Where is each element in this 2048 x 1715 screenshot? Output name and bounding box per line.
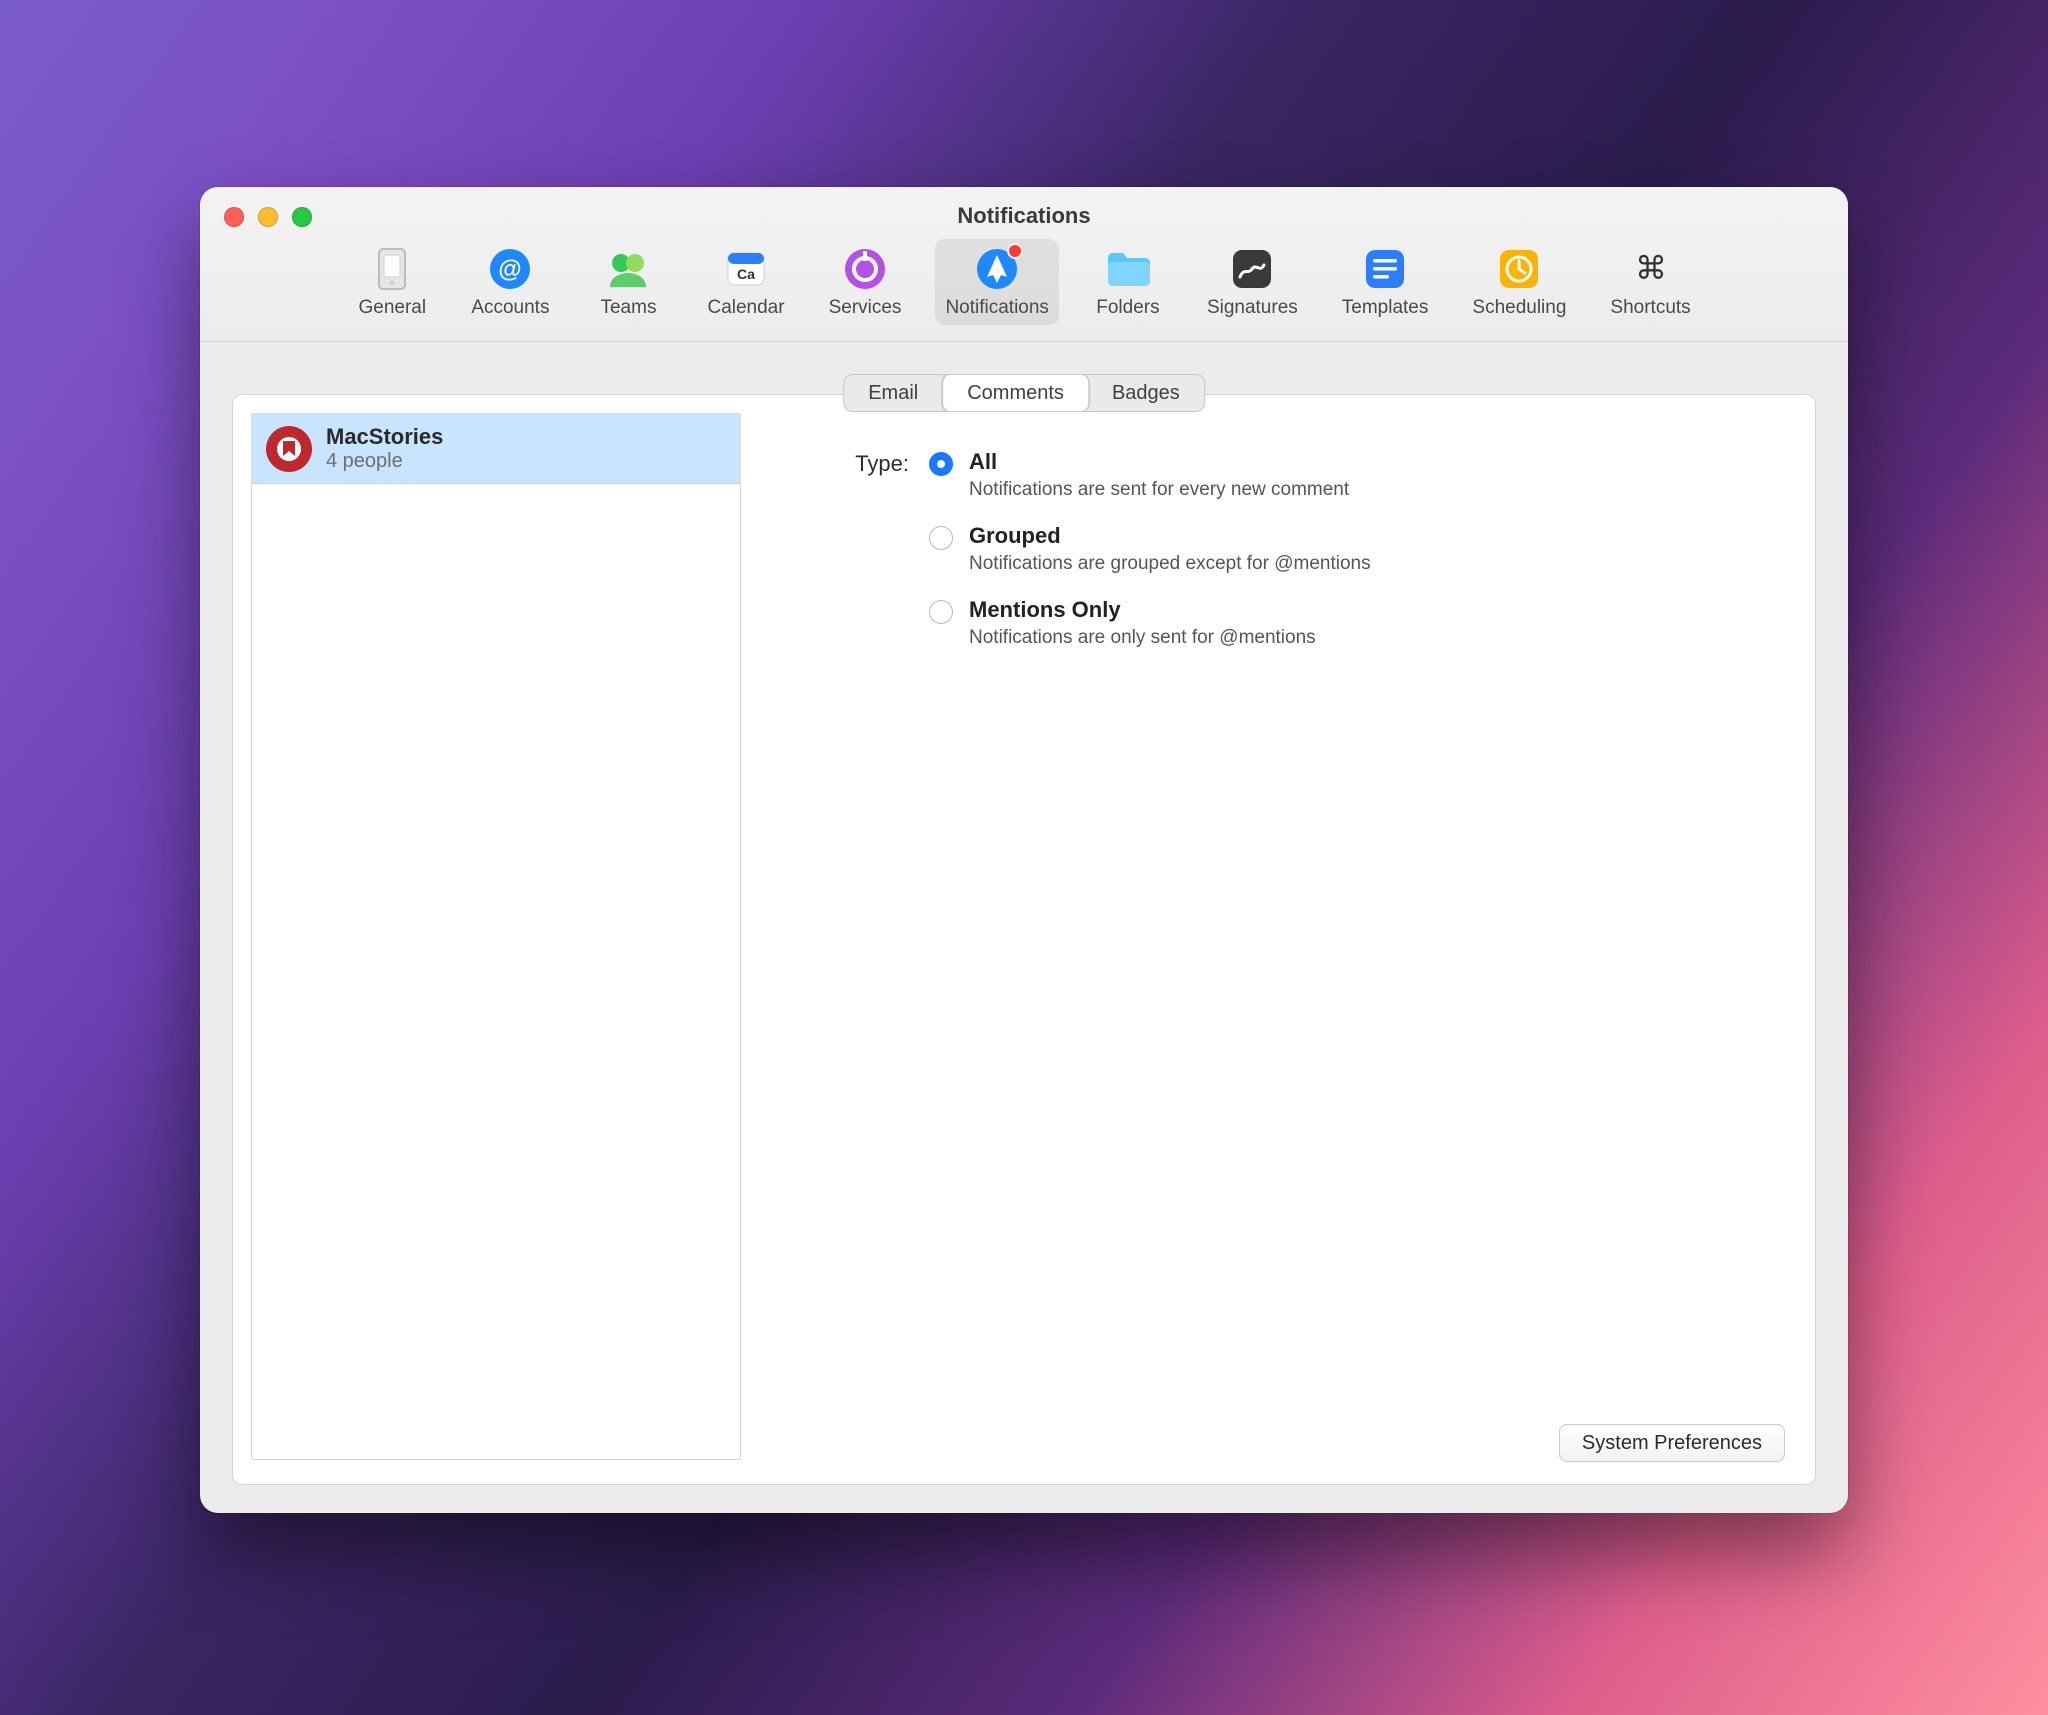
radio-all[interactable] [929, 452, 953, 476]
templates-icon [1361, 245, 1409, 293]
notification-badge-icon [1007, 243, 1023, 259]
type-option-grouped[interactable]: Grouped Notifications are grouped except… [929, 523, 1371, 575]
preferences-toolbar: General @ Accounts Teams Ca Calendar [200, 239, 1848, 325]
content-panel: MacStories 4 people Type: All Notificati… [232, 394, 1816, 1485]
svg-text:Ca: Ca [737, 266, 755, 282]
toolbar-item-calendar[interactable]: Ca Calendar [697, 239, 794, 325]
type-label: Type: [833, 449, 909, 477]
notifications-icon [973, 245, 1021, 293]
notifications-subtabs: Email Comments Badges [843, 374, 1205, 412]
svg-text:⌘: ⌘ [1635, 250, 1667, 286]
tab-email[interactable]: Email [844, 375, 943, 411]
option-title: Mentions Only [969, 597, 1316, 623]
services-icon [841, 245, 889, 293]
toolbar-item-shortcuts[interactable]: ⌘ Shortcuts [1600, 239, 1700, 325]
type-options: All Notifications are sent for every new… [929, 449, 1371, 649]
type-form: Type: All Notifications are sent for eve… [833, 449, 1775, 649]
folders-icon [1104, 245, 1152, 293]
tab-badges[interactable]: Badges [1088, 375, 1204, 411]
option-desc: Notifications are sent for every new com… [969, 479, 1349, 501]
toolbar-item-folders[interactable]: Folders [1083, 239, 1173, 325]
type-option-mentions[interactable]: Mentions Only Notifications are only sen… [929, 597, 1371, 649]
window-title: Notifications [200, 203, 1848, 229]
radio-mentions[interactable] [929, 600, 953, 624]
shortcuts-icon: ⌘ [1627, 245, 1675, 293]
team-list[interactable]: MacStories 4 people [251, 413, 741, 1460]
toolbar-item-notifications[interactable]: Notifications [935, 239, 1059, 325]
toolbar-item-general[interactable]: General [347, 239, 437, 325]
toolbar-item-services[interactable]: Services [819, 239, 912, 325]
team-subtitle-label: 4 people [326, 450, 443, 473]
accounts-icon: @ [486, 245, 534, 293]
option-desc: Notifications are only sent for @mention… [969, 627, 1316, 649]
team-list-item[interactable]: MacStories 4 people [252, 414, 740, 484]
radio-grouped[interactable] [929, 526, 953, 550]
toolbar-item-signatures[interactable]: Signatures [1197, 239, 1308, 325]
content-area: MacStories 4 people Type: All Notificati… [200, 342, 1848, 1513]
team-text: MacStories 4 people [326, 424, 443, 473]
teams-icon [604, 245, 652, 293]
calendar-icon: Ca [722, 245, 770, 293]
system-preferences-button[interactable]: System Preferences [1559, 1424, 1785, 1462]
svg-text:@: @ [499, 256, 522, 283]
toolbar-item-templates[interactable]: Templates [1332, 239, 1439, 325]
preferences-window: Notifications General @ Accounts Teams [200, 187, 1848, 1513]
toolbar-item-teams[interactable]: Teams [583, 239, 673, 325]
option-title: Grouped [969, 523, 1371, 549]
tab-comments[interactable]: Comments [942, 375, 1089, 411]
team-avatar-icon [266, 426, 312, 472]
type-option-all[interactable]: All Notifications are sent for every new… [929, 449, 1371, 501]
toolbar-item-scheduling[interactable]: Scheduling [1462, 239, 1576, 325]
option-title: All [969, 449, 1349, 475]
titlebar: Notifications General @ Accounts Teams [200, 187, 1848, 342]
scheduling-icon [1495, 245, 1543, 293]
option-desc: Notifications are grouped except for @me… [969, 553, 1371, 575]
toolbar-item-accounts[interactable]: @ Accounts [461, 239, 559, 325]
team-name-label: MacStories [326, 424, 443, 450]
signatures-icon [1228, 245, 1276, 293]
general-icon [368, 245, 416, 293]
